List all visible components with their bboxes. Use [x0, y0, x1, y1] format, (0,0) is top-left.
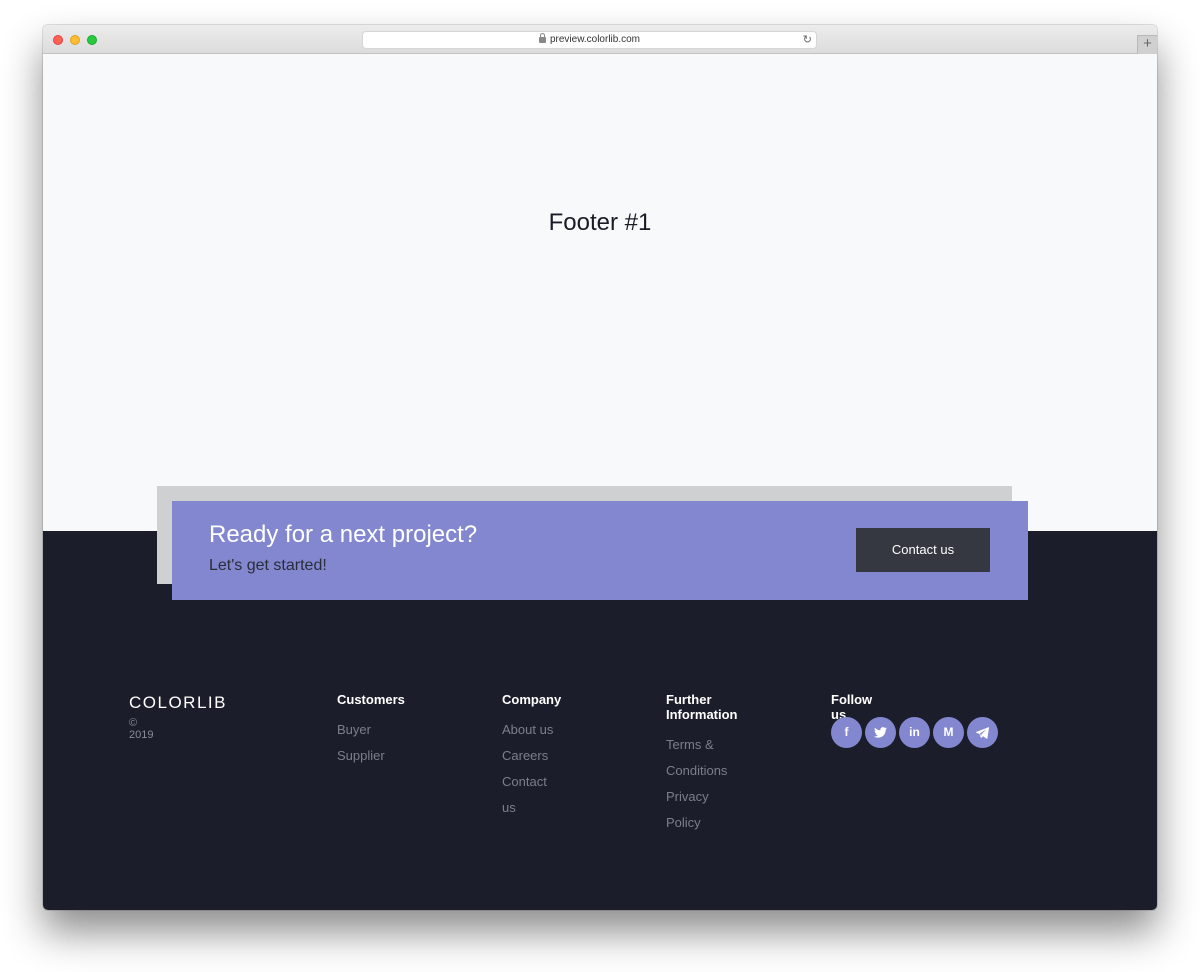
contact-us-button[interactable]: Contact us — [856, 528, 990, 572]
telegram-icon[interactable] — [967, 717, 998, 748]
page-content: Footer #1 — [43, 54, 1157, 531]
close-window-button[interactable] — [53, 35, 63, 45]
reload-icon[interactable]: ↻ — [803, 34, 812, 46]
facebook-icon[interactable]: f — [831, 717, 862, 748]
linkedin-icon[interactable]: in — [899, 717, 930, 748]
footer-link-supplier[interactable]: Supplier — [337, 743, 405, 769]
cta-heading: Ready for a next project? — [209, 521, 478, 548]
footer-link-careers[interactable]: Careers — [502, 743, 561, 769]
cta-banner: Ready for a next project? Let's get star… — [172, 501, 1028, 600]
footer-link-about-us[interactable]: About us — [502, 717, 561, 743]
footer-column-customers: Customers Buyer Supplier — [337, 692, 405, 769]
footer-link-buyer[interactable]: Buyer — [337, 717, 405, 743]
footer-column-further-information: Further Information Terms & Conditions P… — [666, 692, 738, 836]
column-heading: Customers — [337, 692, 405, 707]
copyright-text: © 2019 — [129, 717, 154, 741]
page-title: Footer #1 — [548, 209, 652, 236]
browser-titlebar: preview.colorlib.com ↻ + — [43, 25, 1157, 54]
footer-brand[interactable]: COLORLIB — [129, 693, 227, 713]
browser-window: preview.colorlib.com ↻ + Footer #1 Ready… — [43, 25, 1157, 910]
column-heading: Company — [502, 692, 562, 707]
twitter-icon[interactable] — [865, 717, 896, 748]
maximize-window-button[interactable] — [87, 35, 97, 45]
footer-column-company: Company About us Careers Contact us — [502, 692, 561, 821]
lock-icon — [538, 33, 546, 43]
footer-link-terms[interactable]: Terms & Conditions — [666, 732, 737, 784]
minimize-window-button[interactable] — [70, 35, 80, 45]
footer-link-contact-us[interactable]: Contact us — [502, 769, 561, 821]
url-text: preview.colorlib.com — [549, 34, 641, 45]
address-bar[interactable]: preview.colorlib.com ↻ — [362, 31, 817, 49]
new-tab-button[interactable]: + — [1137, 35, 1157, 54]
cta-subtitle: Let's get started! — [209, 557, 327, 574]
footer-link-privacy-policy[interactable]: Privacy Policy — [666, 784, 737, 836]
column-heading: Further Information — [666, 692, 738, 722]
medium-icon[interactable]: M — [933, 717, 964, 748]
